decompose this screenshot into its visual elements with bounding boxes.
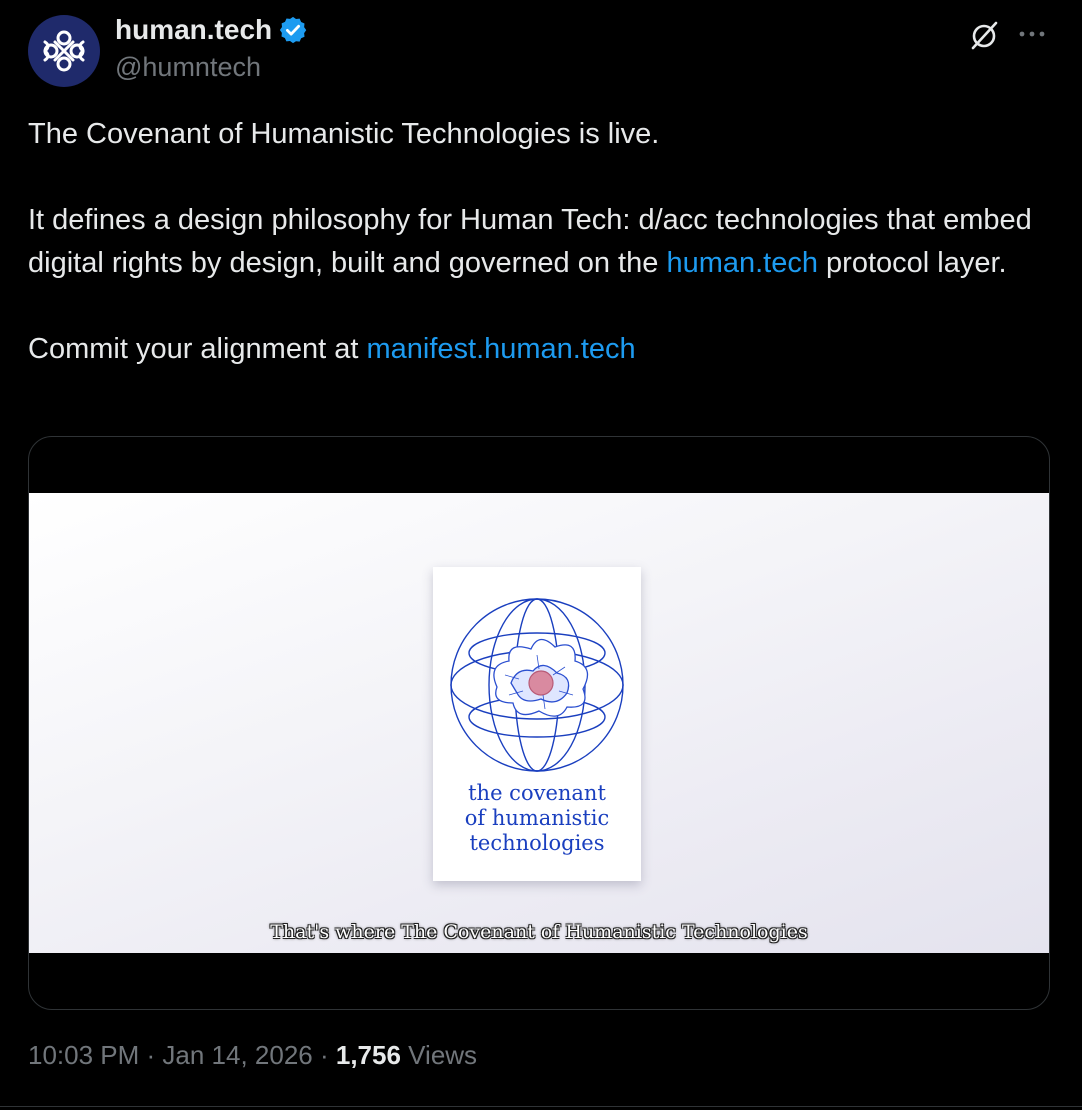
video-player[interactable]: the covenant of humanistic technologies …: [28, 436, 1050, 1010]
covenant-card: the covenant of humanistic technologies: [433, 567, 641, 881]
video-frame[interactable]: the covenant of humanistic technologies …: [29, 493, 1049, 953]
tweet-text-line1: The Covenant of Humanistic Technologies …: [28, 118, 660, 150]
tweet-text-para2: It defines a design philosophy for Human…: [28, 199, 1048, 285]
grok-icon[interactable]: [967, 18, 1001, 52]
manifest-link[interactable]: manifest.human.tech: [366, 333, 635, 365]
card-title-line3: technologies: [469, 831, 605, 855]
tweet-text-para3: Commit your alignment at manifest.human.…: [28, 328, 1048, 371]
views-label: Views: [400, 1040, 478, 1070]
tweet-date[interactable]: Jan 14, 2026: [162, 1040, 312, 1071]
tweet: human.tech @humntech The Covenant of Hum…: [0, 0, 1082, 1110]
views-count[interactable]: 1,756: [336, 1040, 401, 1071]
video-subtitle: That's where The Covenant of Humanistic …: [270, 921, 808, 943]
globe-flower-icon: [450, 598, 624, 772]
human-tech-logo-icon: [43, 30, 85, 72]
covenant-card-title: the covenant of humanistic technologies: [433, 781, 641, 856]
para2-text-end: protocol layer.: [817, 247, 1007, 279]
card-title-line1: the covenant: [468, 781, 606, 805]
display-name[interactable]: human.tech: [115, 14, 272, 46]
meta-separator: ·: [139, 1040, 163, 1070]
more-options-icon[interactable]: [1016, 18, 1048, 50]
para3-text: Commit your alignment at: [28, 333, 367, 365]
verified-badge-icon[interactable]: [278, 15, 308, 45]
tweet-text: The Covenant of Humanistic Technologies …: [28, 113, 1048, 371]
author-name-row: human.tech: [115, 14, 308, 46]
card-title-line2: of humanistic: [464, 806, 610, 830]
meta-separator-2: ·: [312, 1040, 336, 1070]
author-handle[interactable]: @humntech: [115, 52, 261, 83]
tweet-time[interactable]: 10:03 PM: [28, 1040, 139, 1071]
divider: [0, 1106, 1082, 1107]
tweet-meta: 10:03 PM · Jan 14, 2026 · 1,756 Views: [28, 1040, 477, 1071]
avatar[interactable]: [28, 15, 100, 87]
human-tech-link[interactable]: human.tech: [666, 247, 818, 279]
